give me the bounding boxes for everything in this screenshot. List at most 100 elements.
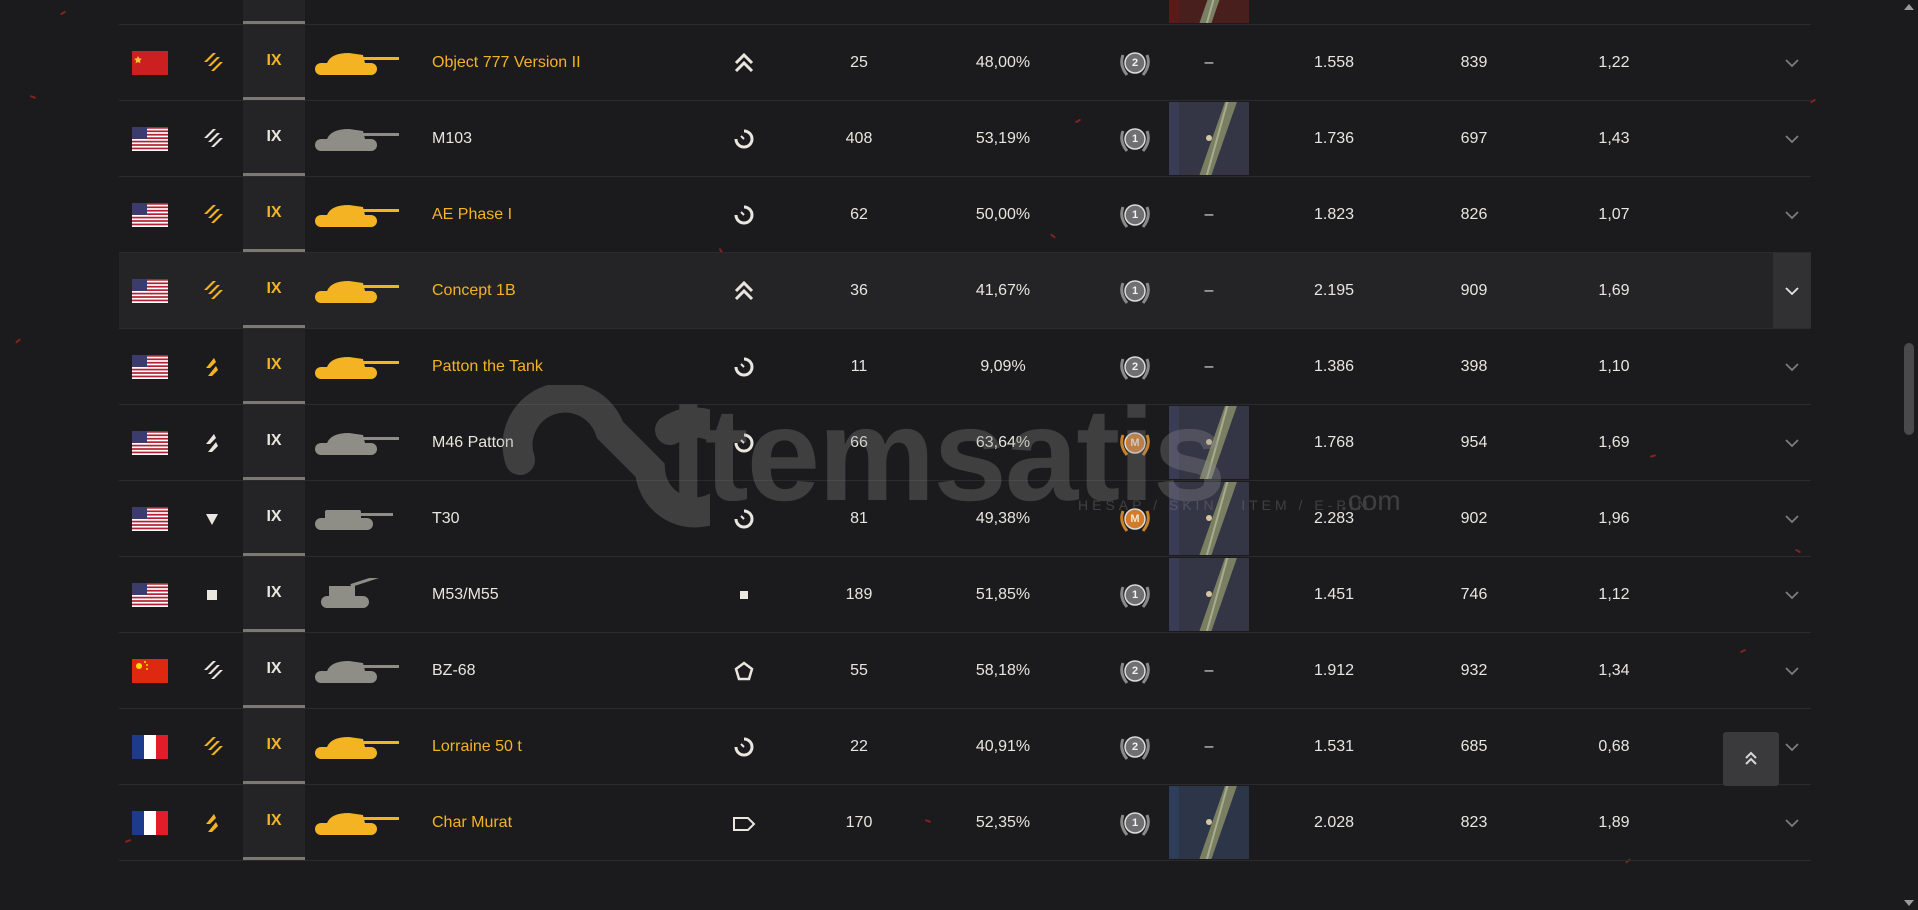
table-row[interactable]: IX BZ-68 55 58,18% 2 – 1.912 932 1,34 [119, 633, 1811, 709]
tank-silhouette-icon [315, 101, 415, 176]
kill-ratio: 1,43 [1598, 129, 1630, 147]
mastery-badge-icon: 1 [1095, 557, 1175, 632]
kill-ratio: 1,96 [1598, 509, 1630, 527]
page-scrollbar[interactable] [1900, 0, 1918, 910]
average-xp: 935 [1429, 0, 1519, 24]
average-xp: 823 [1460, 813, 1488, 831]
table-row[interactable]: IX Patton the Tank 11 9,09% 2 – 1.386 398 1,10 [119, 329, 1811, 405]
kill-ratio: 1,69 [1598, 433, 1630, 451]
no-moe-dash: – [1204, 53, 1214, 71]
table-row[interactable]: IX M46 Patton 66 63,64% M 1.768 954 1,69 [119, 405, 1811, 481]
table-row[interactable]: IX Lorraine 50 t 22 40,91% 2 – 1.531 685 0,68 [119, 709, 1811, 785]
win-rate: 53,19% [975, 129, 1031, 147]
vehicle-type-heavy-tank-icon [181, 25, 243, 100]
expand-row-button[interactable] [1773, 329, 1811, 404]
win-rate: 50,00% [975, 205, 1031, 223]
scroll-down-arrow-icon[interactable] [1904, 900, 1914, 906]
table-row[interactable]: IX T30 81 49,38% M 2.283 902 1,96 [119, 481, 1811, 557]
vehicle-type-heavy-tank-icon [181, 0, 243, 24]
kill-ratio: 1,69 [1598, 281, 1630, 299]
marks-of-excellence: – [1167, 633, 1251, 708]
battles-count: 189 [845, 585, 873, 603]
table-row[interactable]: IX M103 408 53,19% 1 1.736 697 1,43 [119, 101, 1811, 177]
expand-row-button[interactable] [1773, 25, 1811, 100]
marks-of-excellence: – [1167, 25, 1251, 100]
scroll-to-top-button[interactable] [1723, 732, 1779, 786]
average-xp: 826 [1460, 205, 1488, 223]
scrollbar-thumb[interactable] [1904, 343, 1914, 435]
vehicle-name[interactable]: Char Murat [432, 785, 682, 860]
scroll-up-arrow-icon[interactable] [1904, 4, 1914, 10]
expand-row-button[interactable] [1773, 177, 1811, 252]
average-xp: 932 [1460, 661, 1488, 679]
vehicle-name[interactable]: Lorraine 50 t [432, 709, 682, 784]
france-moe-icon [1169, 786, 1249, 859]
chevron-down-icon [1785, 134, 1799, 143]
expand-row-button[interactable] [1773, 405, 1811, 480]
table-row[interactable]: IX Char Murat 170 52,35% 1 2.028 823 1,89 [119, 785, 1811, 861]
vehicle-name[interactable]: M53/M55 [432, 557, 682, 632]
mastery-badge-icon: M [1095, 0, 1175, 24]
expand-row-button[interactable] [1773, 101, 1811, 176]
table-row[interactable]: IX Object 777 Version II 25 48,00% 2 – 1.558 83… [119, 25, 1811, 101]
table-row[interactable]: IX M53/M55 189 51,85% 1 1.451 746 1,12 [119, 557, 1811, 633]
mastery-level: 1 [1131, 132, 1139, 145]
expand-row-button[interactable] [1773, 633, 1811, 708]
expand-row-button[interactable] [1773, 0, 1811, 24]
average-xp: 902 [1460, 509, 1488, 527]
vehicle-name[interactable]: M103 [432, 101, 682, 176]
expand-row-button[interactable] [1773, 481, 1811, 556]
heavy-assault-role-icon [694, 25, 794, 100]
vehicle-name[interactable]: AE Phase I [432, 177, 682, 252]
vehicle-name[interactable]: Concept 1B [432, 253, 682, 328]
win-rate: 40,91% [975, 737, 1031, 755]
chevron-down-icon [1785, 362, 1799, 371]
vehicle-name[interactable]: Object 777 Version II [432, 25, 682, 100]
table-row[interactable]: IX AE Phase I 62 50,00% 1 – 1.823 826 1,07 [119, 177, 1811, 253]
vehicle-name[interactable]: M46 Patton [432, 405, 682, 480]
vehicle-type-heavy-tank-icon [181, 633, 243, 708]
chevron-down-icon [1785, 438, 1799, 447]
table-row[interactable]: IX Object 752 267 51,31% M 2.061 935 1,86 [119, 0, 1811, 25]
expand-row-button[interactable] [1773, 785, 1811, 860]
kill-ratio: 1,34 [1598, 661, 1630, 679]
vehicle-name[interactable]: BZ-68 [432, 633, 682, 708]
vehicle-name[interactable]: T30 [432, 481, 682, 556]
battles-count: 36 [850, 281, 868, 299]
heavy-support-role-icon [694, 633, 794, 708]
marks-of-excellence [1167, 405, 1251, 480]
win-rate: 41,67% [975, 281, 1031, 299]
mastery-level: 1 [1131, 588, 1139, 601]
battles-count: 25 [850, 53, 868, 71]
vehicle-name[interactable]: Object 752 [432, 0, 682, 24]
mastery-badge-icon: 1 [1095, 177, 1175, 252]
kill-ratio: 1,07 [1598, 205, 1630, 223]
table-row[interactable]: IX Concept 1B 36 41,67% 1 – 2.195 909 1,69 [119, 253, 1811, 329]
tank-silhouette-icon [315, 557, 415, 632]
nation-flag-usa-icon [119, 557, 181, 632]
heavy-versatile-role-icon [694, 0, 794, 24]
nation-flag-usa-icon [119, 253, 181, 328]
expand-row-button[interactable] [1773, 557, 1811, 632]
mastery-badge-icon: 1 [1095, 253, 1175, 328]
usa-moe-icon [1169, 482, 1249, 555]
average-xp: 398 [1460, 357, 1488, 375]
expand-row-button[interactable] [1773, 253, 1811, 328]
marks-of-excellence: – [1167, 177, 1251, 252]
average-damage: 2.061 [1289, 0, 1379, 24]
vehicle-name[interactable]: Patton the Tank [432, 329, 682, 404]
battles-count: 66 [850, 433, 868, 451]
average-damage: 1.531 [1313, 737, 1355, 755]
marks-of-excellence: – [1167, 253, 1251, 328]
battles-count: 11 [850, 357, 868, 375]
average-xp: 697 [1460, 129, 1488, 147]
kill-ratio: 1,89 [1598, 813, 1630, 831]
tier-badge: IX [243, 0, 305, 24]
win-rate: 52,35% [975, 813, 1031, 831]
no-moe-dash: – [1204, 357, 1214, 375]
no-moe-dash: – [1204, 281, 1214, 299]
heavy-versatile-role-icon [694, 101, 794, 176]
battles-count: 170 [845, 813, 873, 831]
nation-flag-ussr-icon [119, 25, 181, 100]
heavy-versatile-role-icon [694, 177, 794, 252]
